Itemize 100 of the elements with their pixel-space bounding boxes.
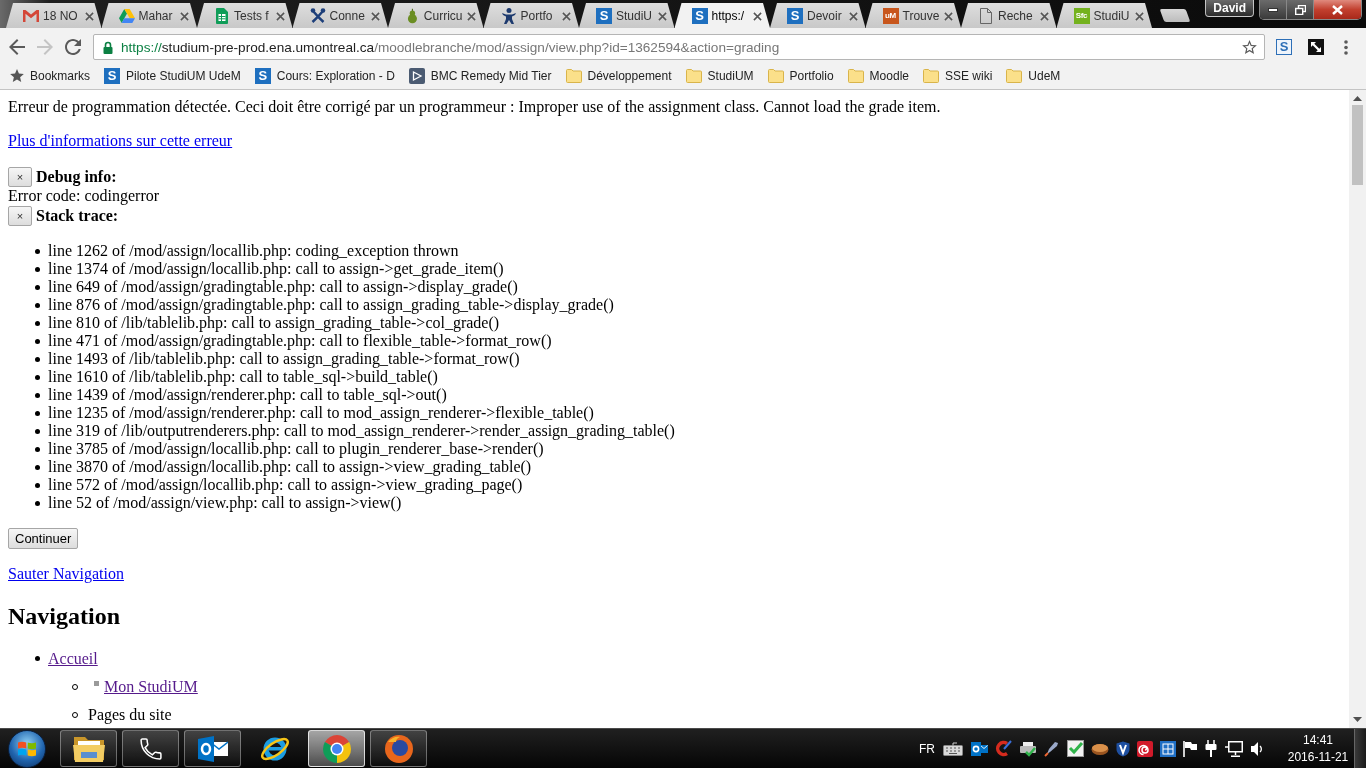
swirl-icon[interactable]: [1137, 740, 1153, 757]
clock-button[interactable]: 14:41 2016-11-21: [1286, 731, 1350, 766]
bullet-icon: [35, 656, 40, 662]
bookmark-item[interactable]: S Cours: Exploration - D: [247, 67, 402, 84]
close-icon[interactable]: [466, 11, 476, 21]
show-desktop-button[interactable]: [1354, 729, 1366, 768]
bookmark-item[interactable]: Portfolio: [760, 68, 841, 83]
scroll-up-icon[interactable]: [1353, 96, 1362, 101]
browser-tab[interactable]: 18 NO: [6, 3, 102, 28]
close-icon[interactable]: [657, 11, 667, 21]
collapse-button[interactable]: ×: [8, 205, 32, 226]
browser-tab[interactable]: Reche: [961, 3, 1057, 28]
check-square-icon[interactable]: [1067, 740, 1084, 757]
address-field[interactable]: https://studium-pre-prod.ena.umontreal.ca/moodlebranche/mod/assign/view.php?id=1362594&action=grading: [93, 34, 1265, 60]
bullet-icon: [35, 302, 40, 308]
stack-trace-line: line 3870 of /mod/assign/locallib.php: call to assign->view_grading_table(): [48, 458, 532, 476]
reload-icon[interactable]: [65, 39, 81, 55]
taskbar-button[interactable]: [184, 730, 241, 767]
browser-tab[interactable]: uM Trouve: [865, 3, 961, 28]
close-icon[interactable]: [1135, 11, 1144, 21]
continue-button[interactable]: Continuer: [8, 528, 79, 549]
stack-trace-line: line 572 of /mod/assign/locallib.php: call to assign->view_grading_page(): [48, 476, 523, 494]
power-plug-icon[interactable]: [1204, 740, 1218, 757]
close-icon[interactable]: [84, 11, 94, 21]
logo-icon: S: [254, 67, 271, 84]
close-icon[interactable]: [275, 11, 285, 21]
browser-tab[interactable]: S Devoir: [770, 3, 866, 28]
close-icon[interactable]: [371, 11, 380, 21]
minimize-button[interactable]: [1260, 0, 1286, 19]
bullet-icon: [35, 428, 40, 434]
section-heading: Navigation: [8, 602, 121, 630]
browser-tab[interactable]: Tests f: [197, 3, 293, 28]
taskbar-button[interactable]: [60, 730, 117, 767]
grid-tile-icon[interactable]: [1160, 740, 1176, 757]
bookmark-item[interactable]: SSE wiki: [915, 68, 1000, 83]
bookmark-item[interactable]: StudiUM: [678, 68, 761, 83]
bullet-icon: [35, 356, 40, 362]
scrollbar[interactable]: [1349, 90, 1366, 728]
scroll-down-icon[interactable]: [1353, 717, 1362, 722]
bookmark-item[interactable]: Bookmarks: [3, 68, 98, 83]
browser-tab[interactable]: Portfo: [483, 3, 579, 28]
close-icon[interactable]: [848, 11, 858, 21]
bookmark-star-icon[interactable]: [1242, 40, 1257, 54]
logo-icon: S: [787, 8, 803, 24]
close-icon[interactable]: [753, 11, 762, 21]
close-icon[interactable]: [180, 11, 189, 21]
browser-tab[interactable]: Conne: [292, 3, 388, 28]
resize-arrows-icon[interactable]: [1308, 39, 1324, 55]
taskbar-button[interactable]: [370, 730, 427, 767]
network-icon[interactable]: [1225, 740, 1243, 757]
close-button[interactable]: [1313, 0, 1361, 19]
start-button[interactable]: [8, 729, 46, 768]
maximize-button[interactable]: [1286, 0, 1313, 19]
folder-icon: [685, 68, 702, 83]
speaker-icon[interactable]: [1250, 740, 1264, 757]
browser-tab[interactable]: Curricu: [388, 3, 484, 28]
shield-icon[interactable]: [1116, 740, 1130, 757]
browser-tab[interactable]: S StudiU: [579, 3, 675, 28]
play-tile-icon: [408, 67, 425, 84]
nav-link[interactable]: Accueil: [48, 649, 98, 668]
close-icon[interactable]: [1039, 11, 1049, 21]
skip-navigation-link[interactable]: Sauter Navigation: [8, 565, 124, 582]
browser-tab[interactable]: S https:/: [674, 3, 770, 28]
bullet-icon: [35, 500, 40, 506]
bookmark-item[interactable]: S Pilote StudiUM UdeM: [97, 67, 248, 84]
bookmark-item[interactable]: BMC Remedy Mid Tier: [401, 67, 559, 84]
taskbar-button[interactable]: [122, 730, 179, 767]
close-icon[interactable]: [944, 11, 953, 21]
logo-icon: S: [104, 67, 121, 84]
back-icon[interactable]: [9, 39, 25, 55]
figure-icon: [500, 8, 517, 24]
new-tab-button[interactable]: [1159, 9, 1191, 22]
bookmark-item[interactable]: Moodle: [840, 68, 916, 83]
stack-trace-line: line 649 of /mod/assign/gradingtable.php: call to assign->display_grade(): [48, 278, 518, 296]
taskbar-button[interactable]: [308, 730, 365, 767]
browser-tab[interactable]: Sfc StudiU: [1056, 3, 1152, 28]
logo-icon: S: [596, 8, 612, 24]
bullet-icon: [35, 266, 40, 272]
stack-trace-line: line 1374 of /mod/assign/locallib.php: call to assign->get_grade_item(): [48, 260, 504, 278]
language-button[interactable]: FR: [919, 741, 935, 756]
bullet-icon: [35, 464, 40, 470]
mail-icon[interactable]: [971, 740, 988, 757]
more-info-link[interactable]: Plus d'informations sur cette erreur: [8, 132, 233, 149]
bookmark-item[interactable]: UdeM: [999, 68, 1068, 83]
flag-icon[interactable]: [1183, 740, 1197, 757]
profile-button[interactable]: David: [1205, 0, 1254, 17]
disc-icon[interactable]: [1091, 742, 1109, 755]
nav-link[interactable]: Mon StudiUM: [104, 677, 198, 696]
keyboard-icon[interactable]: [943, 741, 963, 756]
printer-icon[interactable]: [1019, 740, 1037, 757]
stack-trace-line: line 319 of /lib/outputrenderers.php: call to mod_assign_renderer->render_assign_grading_table(): [48, 422, 675, 440]
browser-tab[interactable]: Mahar: [101, 3, 197, 28]
bookmark-item[interactable]: Développement: [558, 68, 679, 83]
menu-icon[interactable]: [1344, 39, 1348, 55]
collapse-button[interactable]: ×: [8, 166, 32, 187]
scrollbar-thumb[interactable]: [1352, 105, 1363, 185]
extension-logo-icon[interactable]: S: [1276, 39, 1292, 55]
brush-icon[interactable]: [995, 740, 1012, 757]
pen-icon[interactable]: [1044, 740, 1060, 757]
close-icon[interactable]: [562, 11, 571, 21]
